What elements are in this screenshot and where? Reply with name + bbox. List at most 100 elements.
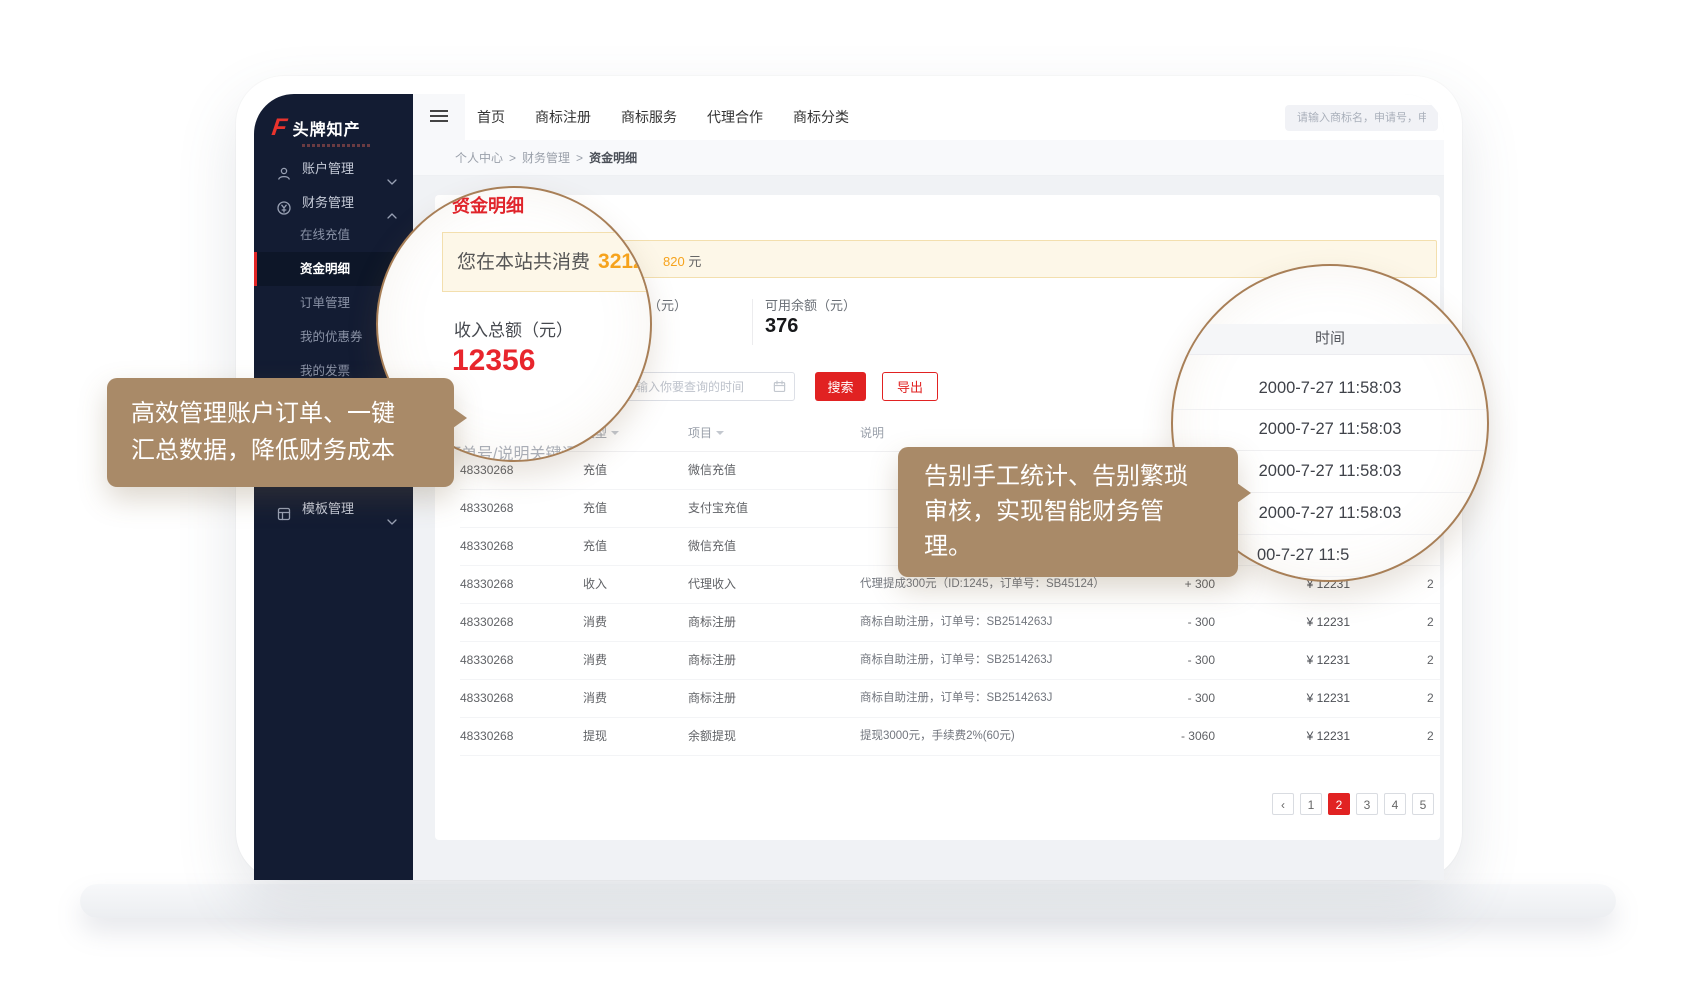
cell-type: 消费 [583,641,607,679]
cell-order: 48330268 [460,489,513,527]
cell-order: 48330268 [460,565,513,603]
cell-type: 充值 [583,527,607,565]
template-icon [276,501,292,535]
magnified-time-row: 2000-7-27 11:58:03 [1173,368,1487,410]
breadcrumb-item[interactable]: 个人中心 [455,149,503,166]
pagination-prev-button[interactable]: ‹ [1272,793,1294,815]
nav-tab-trademark-category[interactable]: 商标分类 [787,107,855,127]
cell-type: 充值 [583,451,607,489]
table-row: 48330268 提现 余额提现 提现3000元，手续费2%(60元) - 30… [460,717,1440,756]
callout-text: 理。 [924,529,1238,564]
cell-project: 余额提现 [688,717,736,755]
col-header-desc: 说明 [860,415,884,451]
sidebar-item-label: 模板管理 [302,492,354,526]
cell-project: 商标注册 [688,679,736,717]
breadcrumb-separator: > [576,151,583,165]
cell-type: 消费 [583,679,607,717]
sidebar-item-account[interactable]: 账户管理 [254,152,413,186]
magnified-banner: 您在本站共消费 32124 [442,232,652,292]
time-query-input[interactable] [625,372,795,401]
cell-project: 商标注册 [688,641,736,679]
cell-amount: - 3060 [1090,717,1215,755]
magnified-income-value: 12356 [452,344,535,378]
cell-project: 商标注册 [688,603,736,641]
pagination-page-3[interactable]: 3 [1356,793,1378,815]
cell-desc: 提现3000元，手续费2%(60元) [860,717,1015,755]
cell-order: 48330268 [460,717,513,755]
chevron-down-icon [387,505,397,539]
sidebar-item-online-recharge[interactable]: 在线充值 [254,218,413,252]
cell-type: 提现 [583,717,607,755]
balance-label: 可用余额（元） [765,295,856,314]
cell-time-fragment: 2 [1427,717,1434,755]
logo: F 头牌知产 [272,114,361,142]
sidebar-item-template[interactable]: 模板管理 [254,492,413,526]
cell-desc: 商标自助注册，订单号：SB2514263J [860,641,1052,679]
search-button[interactable]: 搜索 [815,372,866,401]
laptop-base [80,884,1616,918]
pagination: ‹ 1 2 3 4 5 [1272,793,1434,815]
cell-order: 48330268 [460,603,513,641]
callout-right: 告别手工统计、告别繁琐 审核，实现智能财务管 理。 [898,447,1238,577]
cell-balance: ¥ 12231 [1220,641,1350,679]
cell-amount: - 300 [1090,603,1215,641]
nav-tab-trademark-service[interactable]: 商标服务 [615,107,683,127]
cell-order: 48330268 [460,527,513,565]
breadcrumb: 个人中心 > 财务管理 > 资金明细 [413,140,1444,176]
sidebar-item-finance[interactable]: 财务管理 [254,186,413,220]
pagination-page-5[interactable]: 5 [1412,793,1434,815]
cell-order: 48330268 [460,679,513,717]
sort-caret-icon [611,431,619,435]
table-row: 48330268 消费 商标注册 商标自助注册，订单号：SB2514263J -… [460,603,1440,642]
stat-divider [752,299,753,345]
cell-balance: ¥ 12231 [1220,679,1350,717]
cell-desc: 商标自助注册，订单号：SB2514263J [860,603,1052,641]
cell-project: 微信充值 [688,527,736,565]
callout-left: 高效管理账户订单、一键 汇总数据，降低财务成本 [107,378,454,487]
breadcrumb-current: 资金明细 [589,149,637,166]
table-row: 48330268 消费 商标注册 商标自助注册，订单号：SB2514263J -… [460,641,1440,680]
cell-time-fragment: 2 [1427,603,1434,641]
cell-project: 微信充值 [688,451,736,489]
callout-text: 审核，实现智能财务管 [924,494,1238,529]
nav-tab-agency[interactable]: 代理合作 [701,107,769,127]
cell-time-fragment: 2 [1427,679,1434,717]
cell-time-fragment: 2 [1427,641,1434,679]
cell-project: 支付宝充值 [688,489,748,527]
col-header-project[interactable]: 项目 [688,415,724,451]
sidebar-item-label: 账户管理 [302,152,354,186]
sort-caret-icon [716,431,724,435]
magnified-banner-amount: 32124 [598,250,652,273]
calendar-icon[interactable] [773,380,786,398]
nav-tab-home[interactable]: 首页 [471,107,511,127]
cell-balance: ¥ 12231 [1220,717,1350,755]
magnified-time-row: 2000-7-27 11:58:03 [1173,409,1487,451]
cell-project: 代理收入 [688,565,736,603]
breadcrumb-separator: > [509,151,516,165]
magnified-order-header: 订单号/说明关键词 [445,440,577,462]
balance-value: 376 [765,315,798,338]
cell-balance: ¥ 12231 [1220,603,1350,641]
breadcrumb-item[interactable]: 财务管理 [522,149,570,166]
top-navbar: 首页 商标注册 商标服务 代理合作 商标分类 [413,94,1444,141]
sidebar-item-label: 财务管理 [302,186,354,220]
pagination-page-1[interactable]: 1 [1300,793,1322,815]
logo-title: 头牌知产 [293,116,361,140]
trademark-search-input[interactable] [1285,105,1438,131]
cell-amount: - 300 [1090,679,1215,717]
banner-amount-fragment: 820 元 [663,251,701,270]
cell-type: 消费 [583,603,607,641]
export-button[interactable]: 导出 [882,372,938,401]
pagination-page-2-active[interactable]: 2 [1328,793,1350,815]
hamburger-menu-icon[interactable] [430,110,448,123]
logo-subtitle [302,144,372,147]
nav-tab-trademark-register[interactable]: 商标注册 [529,107,597,127]
pagination-page-4[interactable]: 4 [1384,793,1406,815]
cell-order: 48330268 [460,641,513,679]
callout-text: 高效管理账户订单、一键 [131,395,454,432]
cell-amount: - 300 [1090,641,1215,679]
nav-tabs: 首页 商标注册 商标服务 代理合作 商标分类 [471,94,855,140]
magnified-banner-prefix: 您在本站共消费 [457,252,590,273]
callout-text: 汇总数据，降低财务成本 [131,432,454,469]
callout-text: 告别手工统计、告别繁琐 [924,459,1238,494]
